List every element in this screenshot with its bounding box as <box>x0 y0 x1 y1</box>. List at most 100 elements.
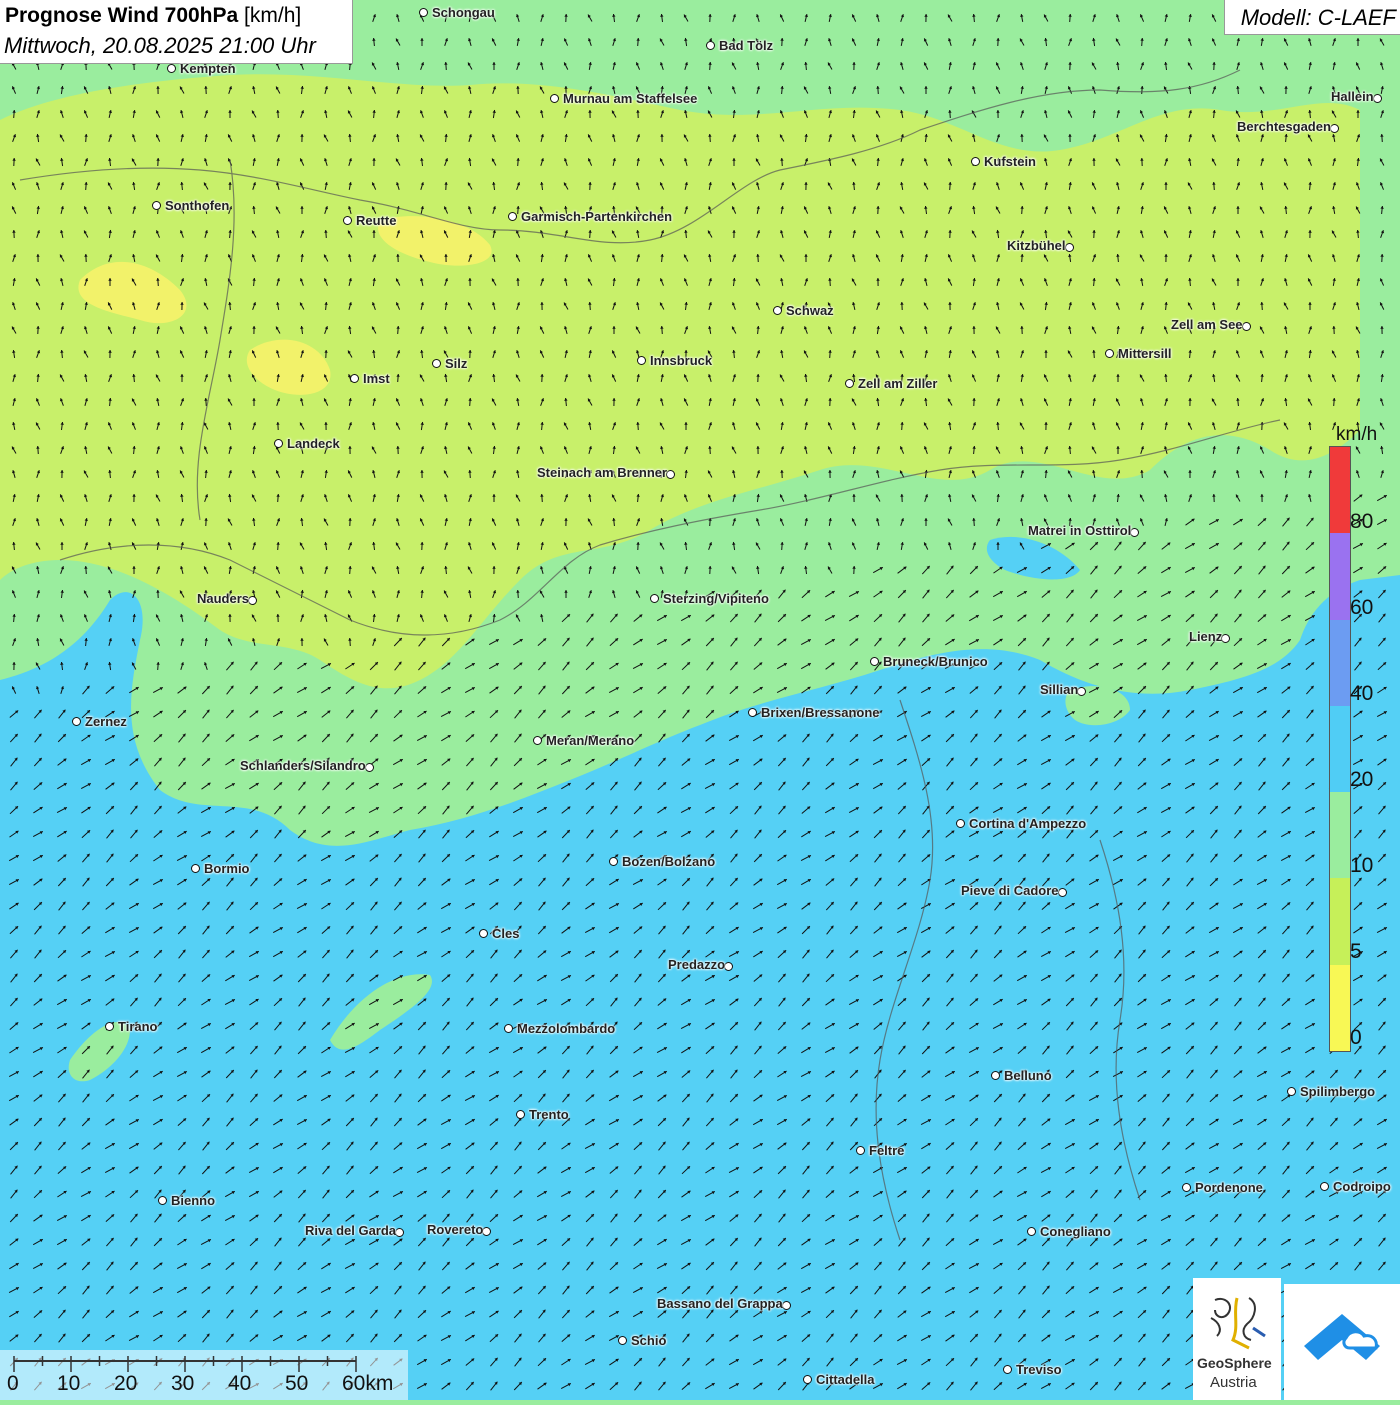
city-marker <box>1320 1182 1329 1191</box>
city-marker <box>1242 322 1251 331</box>
city-label: Schongau <box>432 5 495 20</box>
city-marker <box>419 8 428 17</box>
city-label: Sterzing/Vipiteno <box>663 591 769 606</box>
city-label: Belluno <box>1004 1068 1052 1083</box>
legend-tick-label: 5 <box>1350 940 1362 964</box>
city-marker <box>1003 1365 1012 1374</box>
map-title-bold: Prognose Wind 700hPa <box>5 4 238 27</box>
city-marker <box>167 64 176 73</box>
city-label: Predazzo <box>668 957 725 972</box>
map-title-unit: [km/h] <box>244 4 301 27</box>
city-marker <box>1373 94 1382 103</box>
city-label: Schwaz <box>786 303 834 318</box>
city-label: Treviso <box>1016 1362 1062 1377</box>
mountain-cloud-icon <box>1284 1284 1400 1400</box>
scale-label: 40 <box>228 1372 251 1396</box>
city-marker <box>248 596 257 605</box>
city-marker <box>508 212 517 221</box>
city-label: Rovereto <box>427 1222 483 1237</box>
city-marker <box>724 962 733 971</box>
city-marker <box>748 708 757 717</box>
legend-segment <box>1330 965 1350 1051</box>
city-marker <box>395 1228 404 1237</box>
city-label: Schlanders/Silandro <box>240 758 366 773</box>
city-label: Mezzolombardo <box>517 1021 615 1036</box>
city-marker <box>637 356 646 365</box>
city-label: Murnau am Staffelsee <box>563 91 697 106</box>
city-label: Trento <box>529 1107 569 1122</box>
model-box: Modell: C-LAEF <box>1224 0 1400 35</box>
city-label: Bozen/Bolzano <box>622 854 715 869</box>
legend-segment <box>1330 533 1350 619</box>
city-label: Reutte <box>356 213 396 228</box>
city-marker <box>991 1071 1000 1080</box>
city-label: Cittadella <box>816 1372 875 1387</box>
scale-label: 30 <box>171 1372 194 1396</box>
city-marker <box>845 379 854 388</box>
legend-segment <box>1330 620 1350 706</box>
geosphere-logo-icon <box>1193 1278 1281 1358</box>
city-marker <box>504 1024 513 1033</box>
forecast-datetime: Mittwoch, 20.08.2025 21:00 Uhr <box>4 33 316 59</box>
city-marker <box>870 657 879 666</box>
city-marker <box>956 819 965 828</box>
city-label: Lienz <box>1189 629 1222 644</box>
city-marker <box>803 1375 812 1384</box>
map-title: Prognose Wind 700hPa [km/h] <box>5 4 301 28</box>
city-label: Kufstein <box>984 154 1036 169</box>
city-label: Tirano <box>118 1019 158 1034</box>
city-label: Mittersill <box>1118 346 1171 361</box>
city-marker <box>1130 528 1139 537</box>
city-label: Zell am See <box>1171 317 1243 332</box>
legend-tick-label: 10 <box>1350 854 1373 878</box>
city-marker <box>1027 1227 1036 1236</box>
city-marker <box>152 201 161 210</box>
city-label: Garmisch-Partenkirchen <box>521 209 672 224</box>
scale-label: 10 <box>57 1372 80 1396</box>
legend-segment <box>1330 792 1350 878</box>
city-label: Bormio <box>204 861 250 876</box>
city-label: Kempten <box>180 61 236 76</box>
city-label: Cortina d'Ampezzo <box>969 816 1086 831</box>
city-marker <box>773 306 782 315</box>
title-box: Prognose Wind 700hPa [km/h] Mittwoch, 20… <box>0 0 353 64</box>
city-label: Spilimbergo <box>1300 1084 1375 1099</box>
city-marker <box>1330 124 1339 133</box>
city-marker <box>782 1301 791 1310</box>
city-marker <box>343 216 352 225</box>
city-label: Conegliano <box>1040 1224 1111 1239</box>
city-marker <box>365 763 374 772</box>
legend-tick-label: 0 <box>1350 1026 1362 1050</box>
city-label: Cles <box>492 926 519 941</box>
city-marker <box>158 1196 167 1205</box>
city-label: Berchtesgaden <box>1237 119 1331 134</box>
city-marker <box>479 929 488 938</box>
city-label: Sillian <box>1040 682 1078 697</box>
legend-segment <box>1330 447 1350 533</box>
city-marker <box>1287 1087 1296 1096</box>
city-marker <box>550 94 559 103</box>
city-label: Hallein <box>1331 89 1374 104</box>
city-label: Landeck <box>287 436 340 451</box>
city-marker <box>72 717 81 726</box>
city-marker <box>1077 687 1086 696</box>
city-marker <box>1182 1183 1191 1192</box>
city-marker <box>1065 243 1074 252</box>
city-marker <box>516 1110 525 1119</box>
city-marker <box>1105 349 1114 358</box>
city-label: Steinach am Brenner <box>537 465 667 480</box>
city-marker <box>706 41 715 50</box>
legend-tick-label: 80 <box>1350 510 1373 534</box>
logo-text-line2: Austria <box>1210 1374 1257 1391</box>
scale-label: 0 <box>7 1372 19 1396</box>
city-label: Pordenone <box>1195 1180 1263 1195</box>
city-marker <box>1221 634 1230 643</box>
city-marker <box>618 1336 627 1345</box>
legend-segment <box>1330 878 1350 964</box>
city-label: Brixen/Bressanone <box>761 705 880 720</box>
city-marker <box>191 864 200 873</box>
legend-tick-label: 60 <box>1350 596 1373 620</box>
city-label: Matrei in Osttirol <box>1028 523 1131 538</box>
city-marker <box>432 359 441 368</box>
city-marker <box>609 857 618 866</box>
